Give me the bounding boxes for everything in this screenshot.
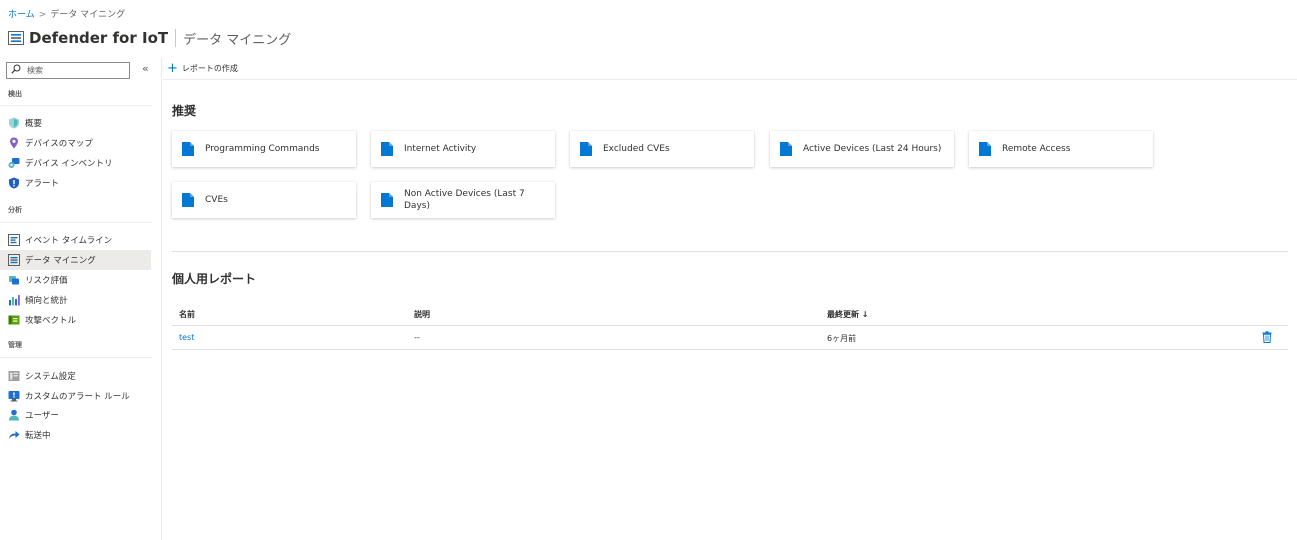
sidebar-item-label: システム設定: [25, 372, 76, 382]
sidebar-item-label: リスク評価: [25, 276, 68, 286]
sidebar-item-label: デバイスのマップ: [25, 139, 93, 149]
attack-vector-icon: [8, 314, 20, 326]
plus-icon: +: [167, 61, 178, 76]
card-label: CVEs: [205, 195, 228, 205]
sidebar-item-event-timeline[interactable]: イベント タイムライン: [0, 230, 151, 250]
devices-icon: [8, 157, 20, 169]
sidebar-item-label: イベント タイムライン: [25, 236, 113, 246]
breadcrumb-home-link[interactable]: ホーム: [8, 10, 35, 20]
sidebar-item-overview[interactable]: 概要: [0, 113, 151, 133]
search-input[interactable]: [27, 66, 127, 75]
table-row-divider: [172, 349, 1288, 350]
sidebar-item-system-settings[interactable]: システム設定: [0, 366, 151, 386]
sidebar-item-label: 傾向と統計: [25, 296, 68, 306]
breadcrumb-separator: >: [38, 10, 47, 20]
report-card-excluded-cves[interactable]: Excluded CVEs: [570, 131, 754, 167]
report-card-remote-access[interactable]: Remote Access: [969, 131, 1153, 167]
risk-icon: [8, 274, 20, 286]
report-last-updated: 6ヶ月前: [827, 334, 857, 343]
document-icon: [381, 193, 393, 207]
report-description: --: [414, 333, 420, 342]
table-header-divider: [172, 325, 1288, 326]
sidebar-item-label: データ マイニング: [25, 256, 96, 266]
report-card-cves[interactable]: CVEs: [172, 182, 356, 218]
report-card-programming-commands[interactable]: Programming Commands: [172, 131, 356, 167]
data-mining-icon: [8, 31, 24, 45]
breadcrumb: ホーム > データ マイニング: [8, 7, 125, 20]
sidebar: « 検出 概要 デバイスのマップ デバイス インベントリ アラート 分析 イベン…: [0, 58, 162, 540]
sidebar-item-data-mining[interactable]: データ マイニング: [0, 250, 151, 270]
nav-divider: [0, 357, 152, 358]
create-report-label: レポートの作成: [181, 64, 238, 73]
sidebar-item-device-map[interactable]: デバイスのマップ: [0, 133, 151, 153]
document-icon: [182, 193, 194, 207]
nav-section-detect: 検出: [8, 90, 22, 98]
card-label: Excluded CVEs: [603, 144, 670, 154]
forward-arrow-icon: [8, 429, 20, 441]
collapse-sidebar-icon[interactable]: «: [142, 62, 149, 75]
delete-icon[interactable]: [1262, 331, 1272, 343]
timeline-icon: [8, 234, 20, 246]
document-icon: [780, 142, 792, 156]
page-subtitle: データ マイニング: [183, 32, 292, 48]
sidebar-item-forwarding[interactable]: 転送中: [0, 425, 151, 445]
system-settings-icon: [8, 370, 20, 382]
data-mining-icon: [8, 254, 20, 266]
document-icon: [182, 142, 194, 156]
custom-rule-icon: [8, 390, 20, 402]
page-title: Defender for IoT: [29, 29, 169, 47]
nav-section-analyze: 分析: [8, 206, 22, 214]
sidebar-item-label: 攻撃ベクトル: [25, 316, 77, 326]
report-card-internet-activity[interactable]: Internet Activity: [371, 131, 555, 167]
card-label: Remote Access: [1002, 144, 1071, 154]
sidebar-item-label: 概要: [25, 119, 43, 129]
sidebar-item-risk-assessment[interactable]: リスク評価: [0, 270, 151, 290]
breadcrumb-current: データ マイニング: [50, 10, 126, 20]
personal-reports-heading: 個人用レポート: [172, 272, 257, 286]
sidebar-item-trends-statistics[interactable]: 傾向と統計: [0, 290, 151, 310]
nav-section-manage: 管理: [8, 341, 22, 349]
document-icon: [580, 142, 592, 156]
column-header-name[interactable]: 名前: [179, 309, 195, 320]
page-header: Defender for IoT データ マイニング: [8, 27, 291, 49]
recommended-heading: 推奨: [172, 104, 197, 118]
map-pin-icon: [8, 137, 20, 149]
card-label: Active Devices (Last 24 Hours): [803, 144, 942, 154]
sidebar-item-label: カスタムのアラート ルール: [25, 392, 130, 402]
sidebar-item-users[interactable]: ユーザー: [0, 405, 151, 425]
card-label: Programming Commands: [205, 144, 320, 154]
search-icon: [11, 64, 21, 77]
sidebar-item-attack-vectors[interactable]: 攻撃ベクトル: [0, 310, 151, 330]
search-box[interactable]: [6, 62, 130, 79]
command-bar: + レポートの作成: [163, 58, 1297, 80]
user-icon: [8, 409, 20, 421]
sidebar-item-custom-alert-rules[interactable]: カスタムのアラート ルール: [0, 386, 151, 406]
shield-icon: [8, 117, 20, 129]
document-icon: [979, 142, 991, 156]
create-report-button[interactable]: + レポートの作成: [167, 62, 238, 75]
card-label: Internet Activity: [404, 144, 477, 154]
report-card-non-active-devices[interactable]: Non Active Devices (Last 7 Days): [371, 182, 555, 218]
sidebar-item-label: アラート: [25, 179, 60, 189]
sidebar-item-label: 転送中: [25, 431, 51, 441]
nav-divider: [0, 222, 152, 223]
alert-shield-icon: [8, 177, 20, 189]
card-label: Non Active Devices (Last 7 Days): [404, 189, 525, 211]
sidebar-item-alerts[interactable]: アラート: [0, 173, 151, 193]
section-divider: [172, 251, 1288, 252]
column-header-description[interactable]: 説明: [414, 309, 430, 320]
title-divider: [175, 29, 177, 47]
column-header-last-updated[interactable]: 最終更新 ↓: [827, 309, 869, 320]
bar-chart-icon: [8, 294, 20, 306]
nav-divider: [0, 105, 152, 106]
sidebar-item-label: ユーザー: [25, 411, 59, 421]
sidebar-item-device-inventory[interactable]: デバイス インベントリ: [0, 153, 151, 173]
document-icon: [381, 142, 393, 156]
sidebar-item-label: デバイス インベントリ: [25, 159, 113, 169]
report-card-active-devices[interactable]: Active Devices (Last 24 Hours): [770, 131, 954, 167]
report-name-link[interactable]: test: [179, 333, 194, 342]
